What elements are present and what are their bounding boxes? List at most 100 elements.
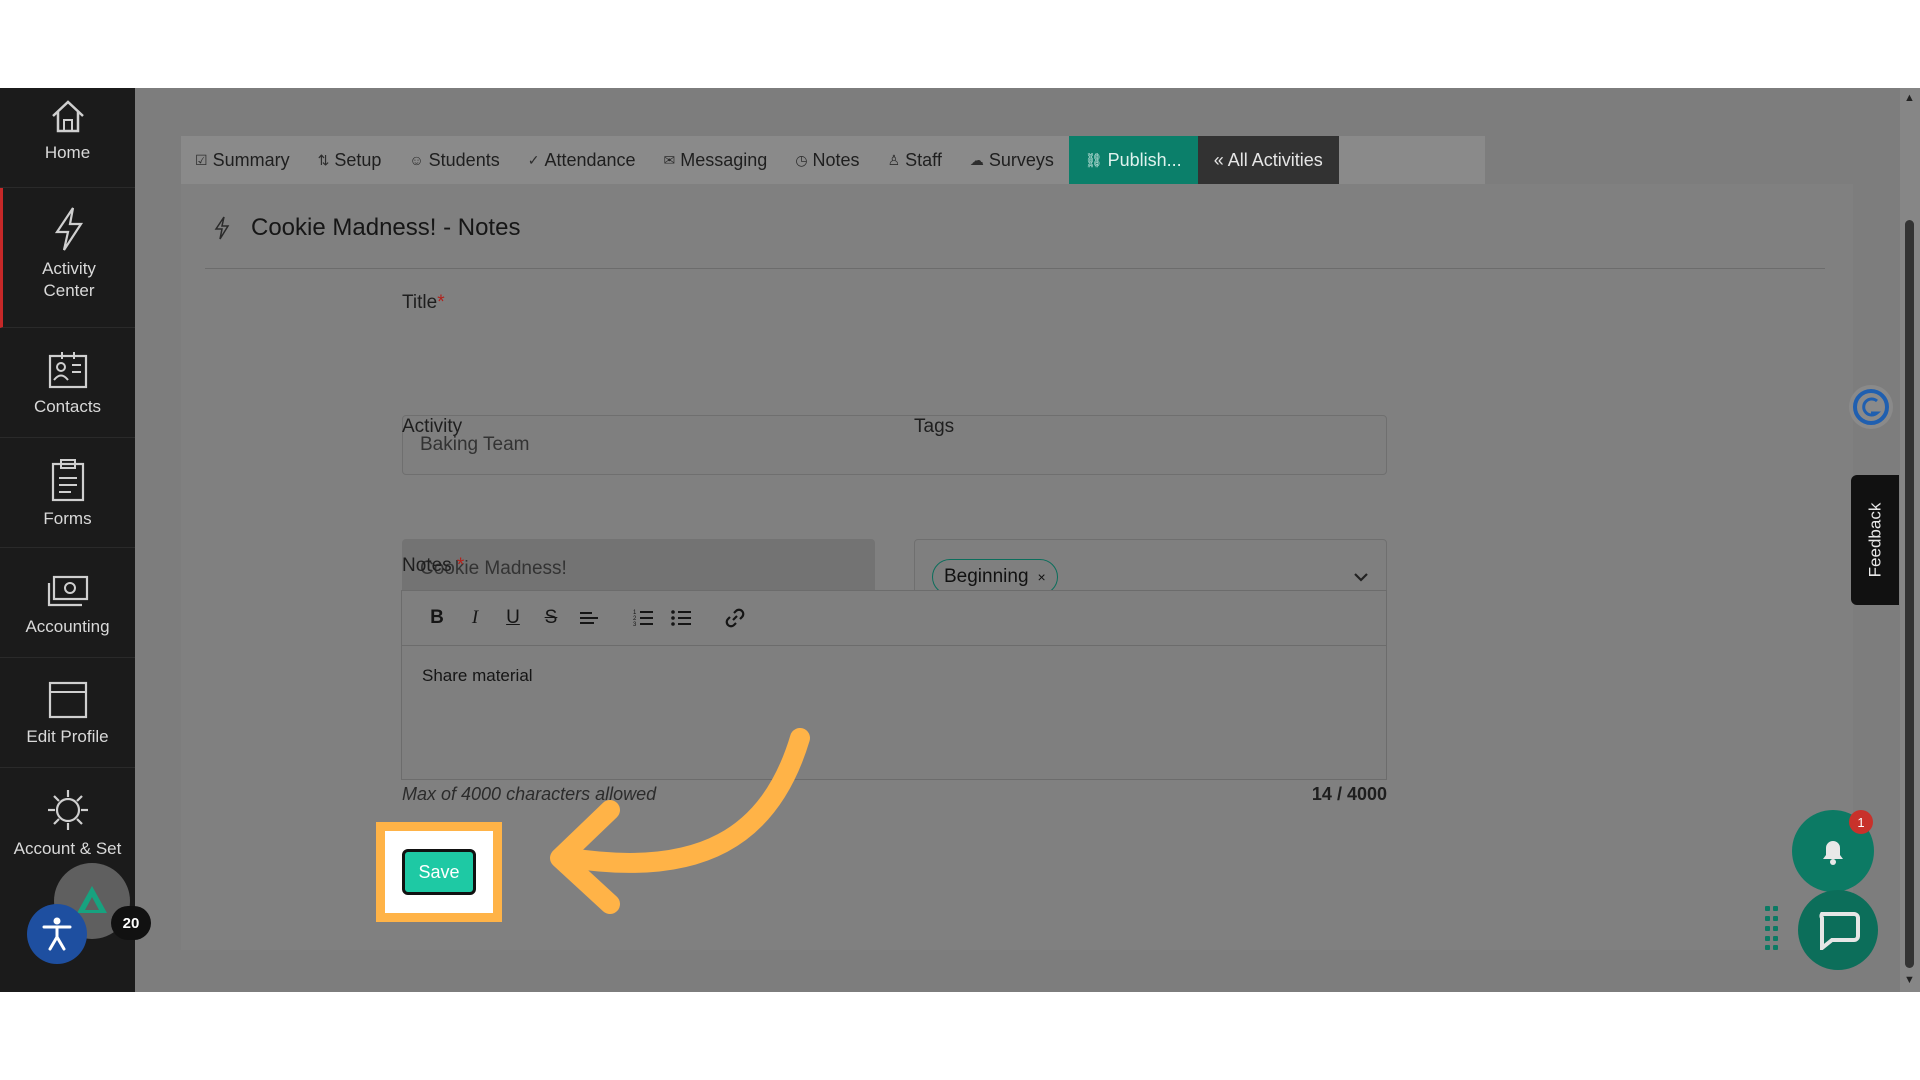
tab-summary[interactable]: ☑ Summary bbox=[181, 136, 304, 184]
scroll-thumb[interactable] bbox=[1905, 220, 1914, 968]
drag-handle[interactable] bbox=[1765, 906, 1781, 950]
tab-setup[interactable]: ⇅ Setup bbox=[304, 136, 396, 184]
sidebar-item-label: Contacts bbox=[33, 397, 102, 416]
italic-button[interactable]: I bbox=[458, 601, 492, 635]
required-marker: * bbox=[437, 292, 445, 313]
link-icon bbox=[725, 608, 745, 628]
tab-label: Staff bbox=[905, 149, 942, 170]
notes-textarea[interactable]: Share material bbox=[402, 646, 1386, 706]
feedback-label: Feedback bbox=[1865, 502, 1885, 578]
title-input[interactable]: Baking Team bbox=[402, 415, 1387, 475]
notes-card: Cookie Madness! - Notes Title* Baking Te… bbox=[181, 184, 1853, 950]
staff-icon: ♙ bbox=[887, 151, 901, 168]
activity-tabs: ☑ Summary ⇅ Setup ☺ Students ✓ Attendance ✉ M… bbox=[181, 136, 1485, 184]
money-icon bbox=[47, 575, 88, 607]
tag-remove-icon[interactable]: × bbox=[1038, 569, 1046, 585]
ordered-list-icon: 123 bbox=[633, 610, 653, 627]
title-label-text: Title bbox=[402, 292, 438, 313]
sidebar-item-label: Edit Profile bbox=[26, 727, 109, 746]
save-button[interactable]: Save bbox=[402, 849, 476, 895]
character-counter: 14 / 4000 bbox=[1311, 784, 1387, 804]
link-button[interactable] bbox=[718, 601, 752, 635]
ordered-list-button[interactable]: 123 bbox=[626, 601, 660, 635]
annotation-arrow-icon bbox=[550, 728, 810, 914]
notes-label-text: Notes bbox=[402, 555, 452, 576]
svg-text:3: 3 bbox=[633, 622, 637, 627]
chat-icon bbox=[1819, 912, 1860, 950]
home-icon bbox=[51, 100, 84, 133]
bullet-list-icon bbox=[671, 610, 691, 626]
underline-button[interactable]: U bbox=[496, 601, 530, 635]
app-window: Home Activity Center Contacts Forms Acco… bbox=[0, 88, 1920, 992]
required-marker: * bbox=[456, 555, 465, 576]
bullet-list-button[interactable] bbox=[664, 601, 698, 635]
accessibility-count-badge: 20 bbox=[111, 906, 151, 940]
check-icon: ✓ bbox=[527, 151, 540, 168]
sidebar-item-label: Account & Set bbox=[13, 839, 122, 858]
link-icon: ⛓ bbox=[1084, 151, 1103, 168]
sidebar-item-edit-profile[interactable]: Edit Profile bbox=[0, 658, 135, 768]
bell-icon bbox=[1823, 841, 1843, 865]
strikethrough-button[interactable]: S bbox=[534, 601, 568, 635]
tab-label: Messaging bbox=[680, 149, 768, 170]
title-divider bbox=[205, 268, 1825, 269]
sidebar-item-contacts[interactable]: Contacts bbox=[0, 328, 135, 438]
chat-button[interactable] bbox=[1798, 890, 1878, 970]
accessibility-button[interactable] bbox=[27, 904, 87, 964]
scroll-down-icon[interactable]: ▼ bbox=[1904, 974, 1915, 986]
tab-staff[interactable]: ♙ Staff bbox=[874, 136, 956, 184]
sidebar-item-home[interactable]: Home bbox=[0, 88, 135, 188]
activity-label: Activity bbox=[402, 416, 463, 437]
sidebar-item-label: Forms bbox=[43, 509, 92, 528]
chevron-down-icon[interactable] bbox=[1353, 572, 1369, 582]
tag-label: Beginning bbox=[944, 566, 1029, 587]
tab-all-activities[interactable]: « All Activities bbox=[1197, 136, 1339, 184]
sidebar-item-activity-center[interactable]: Activity Center bbox=[0, 188, 135, 328]
page-title-text: Cookie Madness! - Notes bbox=[251, 214, 521, 241]
tab-label: Publish... bbox=[1107, 149, 1182, 170]
tab-messaging[interactable]: ✉ Messaging bbox=[650, 136, 782, 184]
tab-label: Notes bbox=[812, 149, 860, 170]
align-button[interactable] bbox=[572, 601, 606, 635]
notes-icon: ◷ bbox=[795, 151, 808, 168]
sidebar-item-label: Home bbox=[44, 143, 91, 162]
tab-label: « All Activities bbox=[1213, 149, 1323, 170]
tab-publish[interactable]: ⛓ Publish... bbox=[1068, 136, 1198, 184]
tab-notes[interactable]: ◷ Notes bbox=[781, 136, 873, 184]
scroll-up-icon[interactable]: ▲ bbox=[1904, 92, 1915, 104]
sidebar: Home Activity Center Contacts Forms Acco… bbox=[0, 88, 151, 992]
tab-label: Attendance bbox=[544, 149, 636, 170]
profile-icon bbox=[48, 681, 87, 719]
tab-attendance[interactable]: ✓ Attendance bbox=[514, 136, 650, 184]
envelope-icon: ✉ bbox=[663, 151, 676, 168]
grammarly-icon bbox=[1853, 389, 1889, 425]
align-left-icon bbox=[580, 612, 598, 624]
bolt-icon bbox=[214, 216, 230, 240]
gear-icon bbox=[47, 790, 88, 830]
tab-label: Summary bbox=[212, 149, 290, 170]
sidebar-item-label: Activity Center bbox=[42, 259, 96, 300]
students-icon: ☺ bbox=[409, 152, 424, 168]
grammarly-button[interactable] bbox=[1849, 385, 1893, 429]
notes-label: Notes * bbox=[402, 555, 464, 577]
feedback-tab[interactable]: Feedback bbox=[1851, 475, 1899, 605]
bold-button[interactable]: B bbox=[420, 601, 454, 635]
sidebar-item-accounting[interactable]: Accounting bbox=[0, 548, 135, 658]
tab-label: Students bbox=[428, 149, 500, 170]
tab-label: Surveys bbox=[988, 149, 1054, 170]
accessibility-icon bbox=[42, 917, 72, 951]
setup-icon: ⇅ bbox=[317, 151, 330, 168]
bolt-icon bbox=[54, 207, 84, 251]
sidebar-item-forms[interactable]: Forms bbox=[0, 438, 135, 548]
tab-label: Setup bbox=[334, 149, 382, 170]
tab-surveys[interactable]: ☁ Surveys bbox=[956, 136, 1068, 184]
vertical-scrollbar[interactable]: ▲ ▼ bbox=[1900, 88, 1920, 992]
tags-label: Tags bbox=[914, 416, 955, 437]
cloud-icon: ☁ bbox=[969, 151, 984, 168]
tab-students[interactable]: ☺ Students bbox=[395, 136, 513, 184]
editor-toolbar: B I U S 123 bbox=[402, 591, 1386, 646]
page-title: Cookie Madness! - Notes bbox=[213, 214, 520, 242]
contacts-icon bbox=[48, 352, 87, 389]
notification-count-badge: 1 bbox=[1849, 810, 1873, 834]
clipboard-icon bbox=[51, 459, 84, 502]
